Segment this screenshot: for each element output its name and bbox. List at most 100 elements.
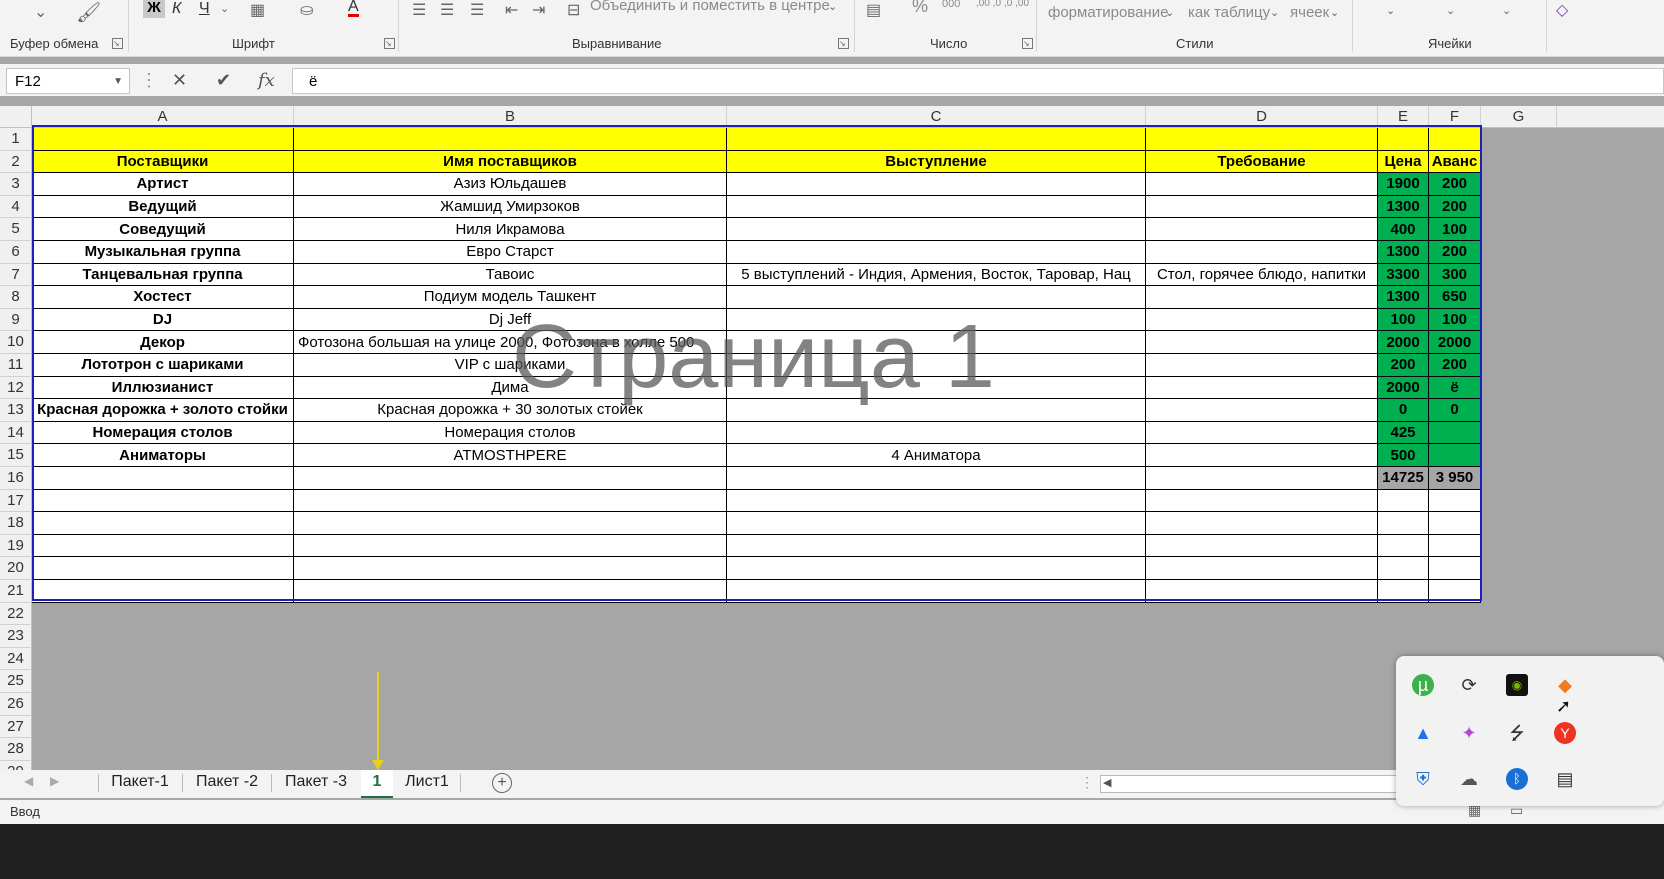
- table-cell[interactable]: [1429, 444, 1481, 467]
- cell-b1[interactable]: [294, 128, 727, 151]
- scroll-right-icon[interactable]: ▶: [50, 774, 59, 788]
- scroll-left-icon[interactable]: ◀: [1103, 776, 1111, 789]
- table-cell[interactable]: [1146, 308, 1378, 332]
- table-cell[interactable]: [294, 580, 727, 603]
- cell-b16[interactable]: [294, 467, 727, 490]
- header-cell[interactable]: Аванс: [1429, 150, 1481, 174]
- borders-icon[interactable]: ▦: [250, 0, 265, 20]
- table-cell[interactable]: [294, 512, 727, 535]
- row-header[interactable]: 4: [0, 195, 32, 219]
- table-cell[interactable]: Ниля Икрамова: [294, 218, 727, 241]
- table-cell[interactable]: Подиум модель Ташкент: [294, 286, 727, 309]
- formula-input[interactable]: ё: [292, 68, 1664, 94]
- table-cell[interactable]: [727, 331, 1146, 354]
- more-icon[interactable]: ⋮: [1080, 774, 1094, 791]
- row-header[interactable]: 13: [0, 399, 32, 422]
- chevron-down-icon[interactable]: ⌄: [1502, 4, 1511, 17]
- sync-icon[interactable]: ⟳: [1458, 674, 1480, 696]
- table-cell[interactable]: [727, 489, 1146, 513]
- table-cell[interactable]: [32, 534, 294, 558]
- table-cell[interactable]: 100: [1378, 308, 1429, 332]
- cell-d1[interactable]: [1146, 128, 1378, 151]
- table-cell[interactable]: [32, 557, 294, 580]
- table-cell[interactable]: [1378, 580, 1429, 603]
- table-cell[interactable]: Фотозона большая на улице 2000, Фотозона…: [294, 331, 727, 354]
- column-header-f[interactable]: F: [1429, 106, 1481, 128]
- cell-styles-button[interactable]: ячеек: [1290, 4, 1329, 21]
- row-header[interactable]: 12: [0, 376, 32, 400]
- table-cell[interactable]: [1146, 399, 1378, 422]
- table-cell[interactable]: [727, 354, 1146, 377]
- table-cell[interactable]: VIP с шариками: [294, 354, 727, 377]
- nvidia-icon[interactable]: ◉: [1506, 674, 1528, 696]
- table-cell[interactable]: Красная дорожка + золото стойки: [32, 399, 294, 422]
- row-header[interactable]: 10: [0, 331, 32, 354]
- decrease-indent-icon[interactable]: ⇤: [505, 0, 518, 20]
- increase-decimal-button[interactable]: ,00 ,0: [976, 0, 1001, 9]
- align-right-icon[interactable]: ☰: [470, 0, 484, 20]
- table-cell[interactable]: Номерация столов: [294, 421, 727, 445]
- conditional-formatting-button[interactable]: форматирование: [1048, 4, 1168, 21]
- table-cell[interactable]: Артист: [32, 173, 294, 196]
- header-cell[interactable]: Поставщики: [32, 150, 294, 174]
- defender-warning-icon[interactable]: ⛨: [1412, 768, 1434, 790]
- decrease-decimal-button[interactable]: ,0 ,00: [1004, 0, 1029, 9]
- table-cell[interactable]: [1146, 444, 1378, 467]
- table-cell[interactable]: Хостест: [32, 286, 294, 309]
- table-cell[interactable]: 500: [1378, 444, 1429, 467]
- total-price-cell[interactable]: 14725: [1378, 467, 1429, 490]
- row-header[interactable]: 21: [0, 580, 32, 603]
- table-cell[interactable]: 4 Аниматора: [727, 444, 1146, 467]
- chevron-down-icon[interactable]: ⌄: [1330, 6, 1339, 19]
- sheet-tab-list1[interactable]: Лист1: [396, 770, 458, 796]
- table-cell[interactable]: 200: [1429, 354, 1481, 377]
- table-cell[interactable]: [1146, 241, 1378, 264]
- row-header[interactable]: 9: [0, 308, 32, 332]
- table-cell[interactable]: Номерация столов: [32, 421, 294, 445]
- header-cell[interactable]: Требование: [1146, 150, 1378, 174]
- table-cell[interactable]: 100: [1429, 308, 1481, 332]
- percent-button[interactable]: %: [912, 0, 928, 17]
- clipboard-launcher-icon[interactable]: ↘: [112, 38, 123, 49]
- table-cell[interactable]: [1378, 489, 1429, 513]
- sheet-tab-paket-3[interactable]: Пакет -3: [273, 770, 359, 796]
- table-cell[interactable]: [32, 489, 294, 513]
- table-cell[interactable]: Декор: [32, 331, 294, 354]
- office-icon[interactable]: ◆: [1554, 674, 1576, 696]
- table-cell[interactable]: ё: [1429, 376, 1481, 400]
- table-cell[interactable]: [294, 557, 727, 580]
- table-cell[interactable]: [1378, 557, 1429, 580]
- table-cell[interactable]: [1146, 195, 1378, 219]
- table-cell[interactable]: [1146, 421, 1378, 445]
- table-cell[interactable]: ATMOSTHPERE: [294, 444, 727, 467]
- row-header[interactable]: 8: [0, 286, 32, 309]
- chevron-down-icon[interactable]: ▼: [113, 69, 123, 95]
- cell-a1[interactable]: [32, 128, 294, 151]
- table-cell[interactable]: 2000: [1378, 331, 1429, 354]
- underline-dropdown-icon[interactable]: ⌄: [220, 2, 229, 15]
- chevron-down-icon[interactable]: ⌄: [1386, 4, 1395, 17]
- italic-button[interactable]: К: [172, 0, 181, 18]
- header-cell[interactable]: Цена: [1378, 150, 1429, 174]
- row-header[interactable]: 14: [0, 421, 32, 445]
- font-launcher-icon[interactable]: ↘: [384, 38, 395, 49]
- table-cell[interactable]: 0: [1429, 399, 1481, 422]
- row-header[interactable]: 24: [0, 647, 32, 671]
- table-cell[interactable]: 2000: [1378, 376, 1429, 400]
- format-as-table-button[interactable]: как таблицу: [1188, 4, 1270, 21]
- sheet-tab-1[interactable]: 1: [361, 770, 393, 798]
- horizontal-scrollbar[interactable]: ◀: [1100, 775, 1402, 793]
- table-cell[interactable]: 200: [1429, 195, 1481, 219]
- align-center-icon[interactable]: ☰: [440, 0, 454, 20]
- sheet-tab-paket-2[interactable]: Пакет -2: [184, 770, 270, 796]
- display-icon[interactable]: ▤: [1554, 768, 1576, 790]
- cancel-button[interactable]: ✕: [172, 70, 187, 91]
- table-cell[interactable]: [32, 512, 294, 535]
- editor-icon[interactable]: ◇: [1556, 0, 1568, 20]
- chevron-down-icon[interactable]: ⌄: [1165, 6, 1174, 19]
- table-cell[interactable]: Ведущий: [32, 195, 294, 219]
- table-cell[interactable]: [727, 421, 1146, 445]
- column-header-c[interactable]: C: [727, 106, 1146, 128]
- table-cell[interactable]: Тавоис: [294, 263, 727, 287]
- column-header-a[interactable]: A: [32, 106, 294, 128]
